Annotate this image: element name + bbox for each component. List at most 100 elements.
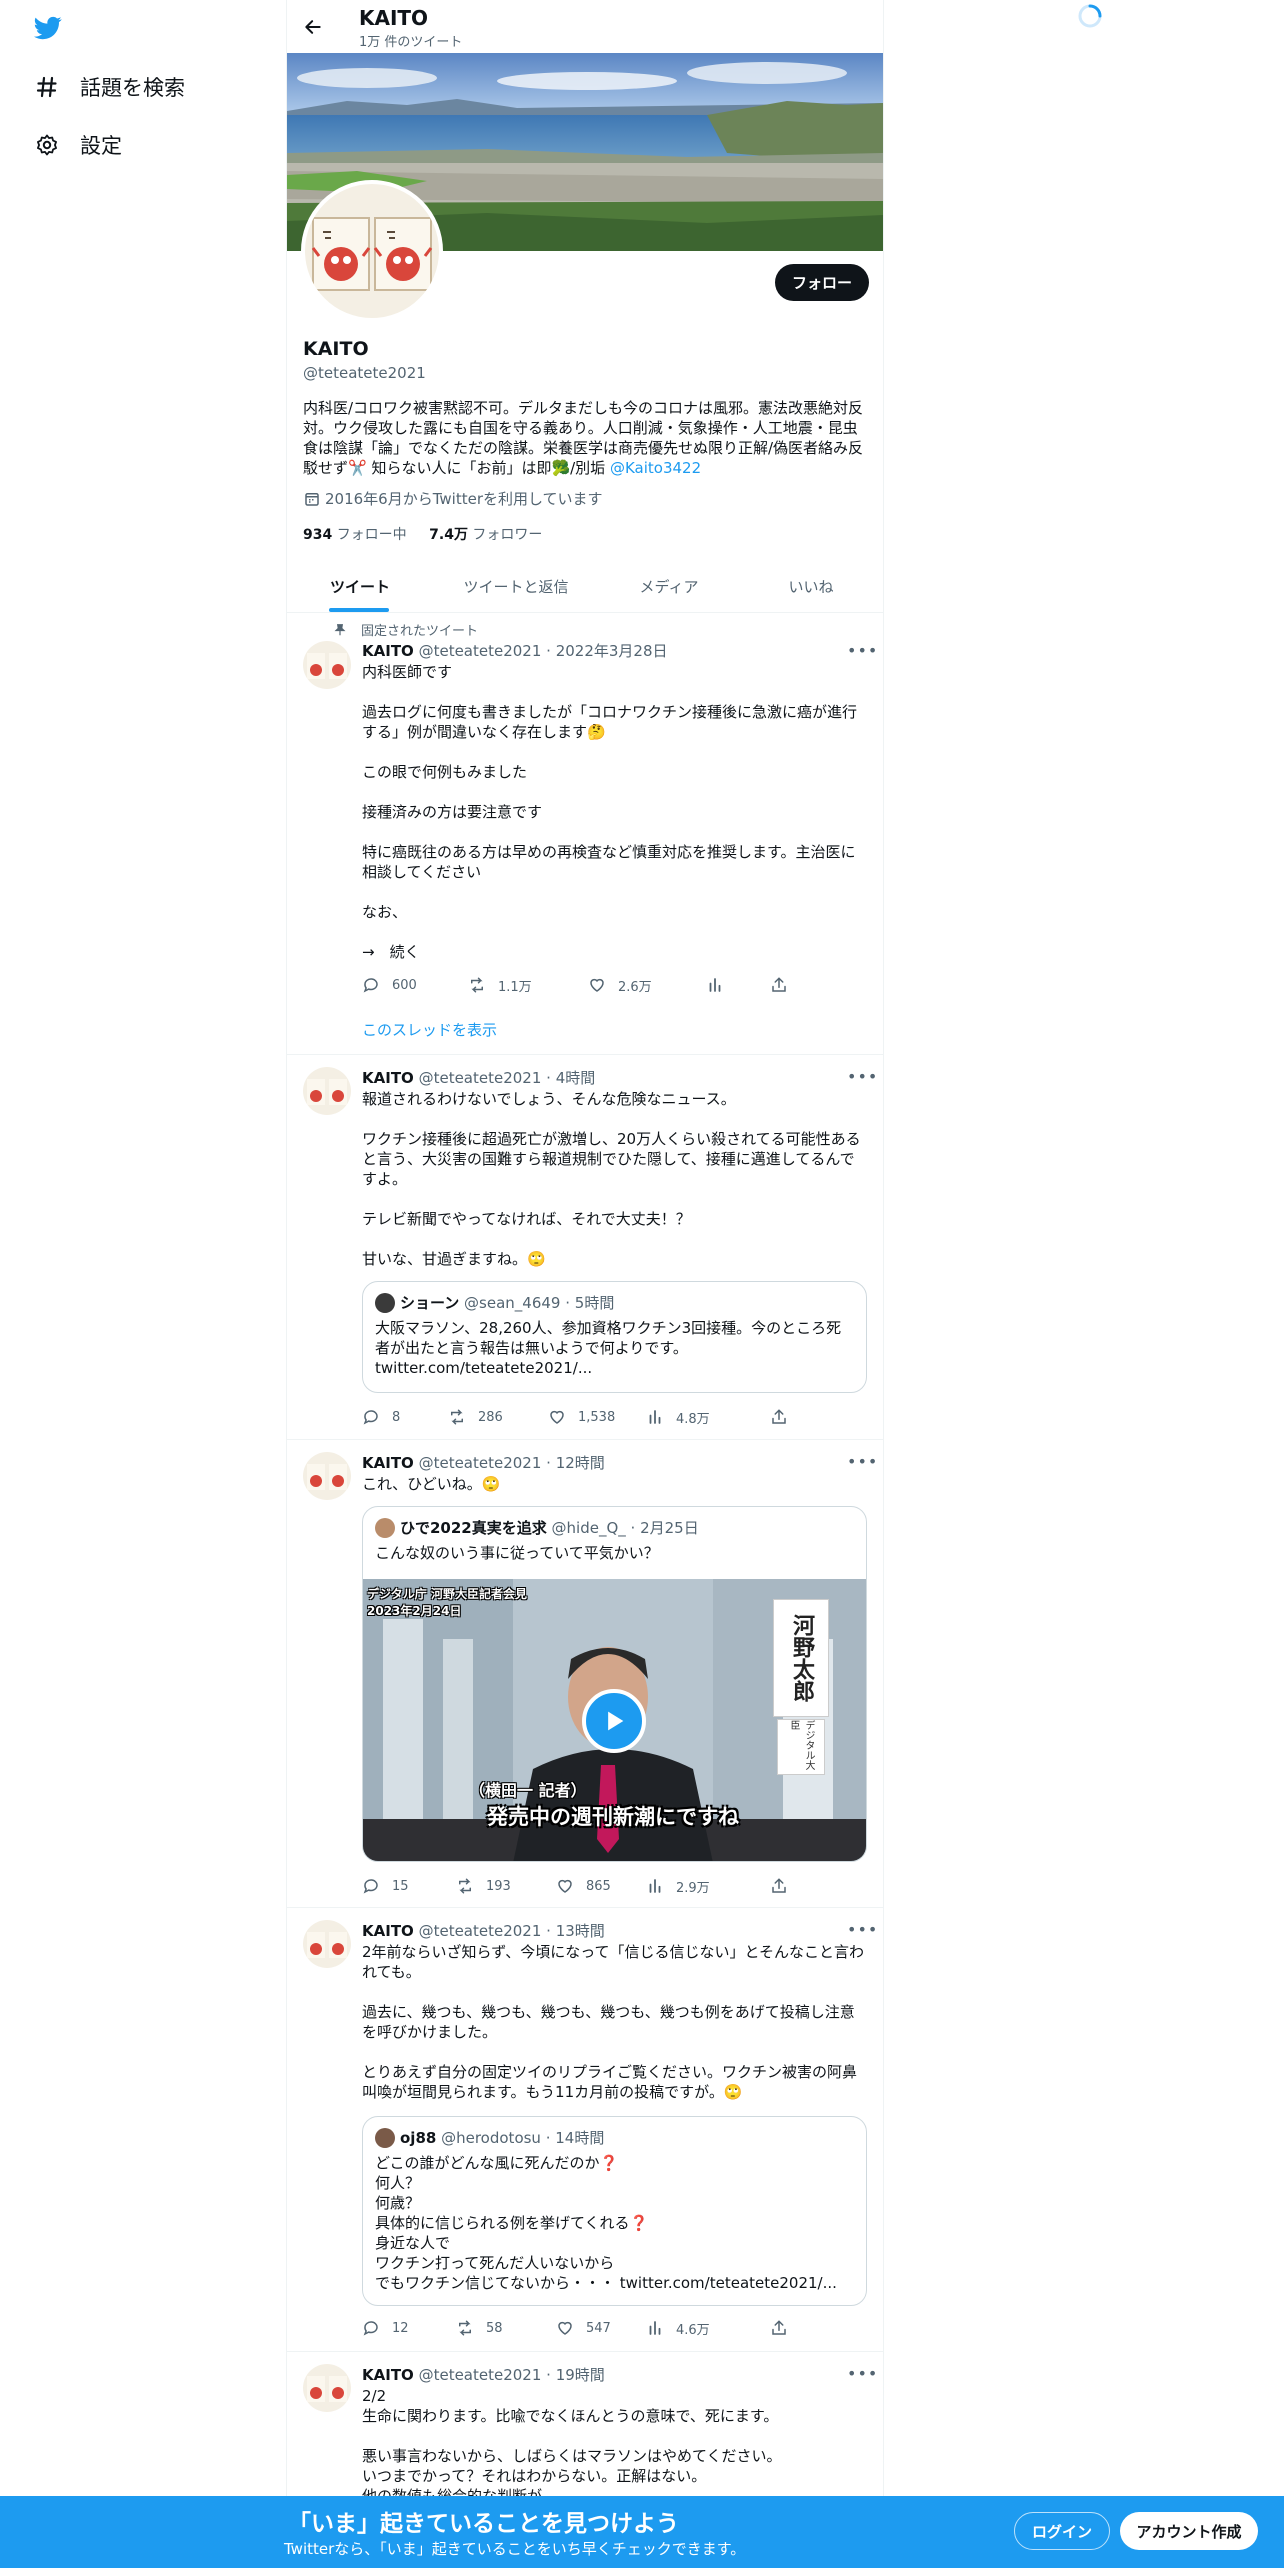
sidebar-item-label: 設定 [80,134,122,158]
tweet-header: KAITO @teteatete2021 · 19時間 [362,2366,605,2384]
tweet-paragraph: これ、ひどいね。🙄 [362,1475,501,1493]
like-count: 547 [586,2320,611,2336]
tweet-paragraph: 甘いな、甘過ぎますね。🙄 [362,1250,546,1268]
play-button[interactable] [582,1689,646,1753]
reply-button[interactable]: 8 [362,1405,400,1429]
quote-header: ショーン @sean_4649 · 5時間 [375,1292,614,1313]
tweet-line: いつまでかって？それはわからない。正解はない。 [362,2467,707,2485]
followers-count: 7.4万 [429,527,468,543]
quoted-tweet[interactable]: ショーン @sean_4649 · 5時間 大阪マラソン、28,260人、参加資… [362,1281,867,1393]
tweet[interactable]: KAITO @teteatete2021 · 13時間 ••• 2年前ならいざ知… [287,1908,883,2352]
video-nameplate-sub: デジタル大臣 [777,1719,825,1775]
tweet-author-name[interactable]: KAITO [362,642,414,660]
tweet-time[interactable]: 4時間 [556,1069,596,1087]
tweet-avatar[interactable] [303,1067,351,1115]
retweet-button[interactable]: 1.1万 [468,973,532,997]
followers-link[interactable]: 7.4万 フォロワー [429,527,542,543]
reply-button[interactable]: 600 [362,973,417,997]
more-options-icon[interactable]: ••• [847,2366,877,2386]
reply-button[interactable]: 12 [362,2316,409,2340]
bio-mention-link[interactable]: @Kaito3422 [610,459,701,477]
twitter-logo-icon[interactable] [32,14,64,42]
share-button[interactable] [770,2316,800,2340]
followers-label: フォロワー [472,527,543,543]
tweet-time[interactable]: 19時間 [556,2366,605,2384]
views-button[interactable]: 2.9万 [646,1874,710,1898]
more-options-icon[interactable]: ••• [847,1922,877,1942]
tweet-author-handle[interactable]: @teteatete2021 [419,2366,542,2384]
views-count: 4.8万 [676,1411,710,1427]
quoted-tweet[interactable]: oj88 @herodotosu · 14時間 どこの誰がどんな風に死んだのか❓… [362,2116,867,2306]
back-button[interactable] [299,13,327,41]
retweet-button[interactable]: 286 [448,1405,503,1429]
signup-button[interactable]: アカウント作成 [1120,2512,1258,2550]
retweet-button[interactable]: 193 [456,1874,511,1898]
like-button[interactable]: 2.6万 [588,973,652,997]
tweet[interactable]: KAITO @teteatete2021 · 4時間 ••• 報道されるわけない… [287,1055,883,1440]
tweet-time[interactable]: 12時間 [556,1454,605,1472]
tweet-header: KAITO @teteatete2021 · 12時間 [362,1454,605,1472]
tweet-avatar[interactable] [303,641,351,689]
share-button[interactable] [770,973,800,997]
follow-button[interactable]: フォロー [775,264,869,301]
views-button[interactable] [706,973,736,997]
tweet-time[interactable]: 2022年3月28日 [556,642,668,660]
login-button[interactable]: ログイン [1014,2512,1110,2550]
tweet-paragraph: 過去に、幾つも、幾つも、幾つも、幾つも、幾つも例をあげて投稿し注意を呼びかけまし… [362,2003,855,2041]
like-button[interactable]: 547 [556,2316,611,2340]
tweet-text: 内科医師です 過去ログに何度も書きましたが「コロナワクチン接種後に急激に癌が進行… [362,662,867,962]
sidebar-item-explore[interactable]: 話題を検索 [34,62,185,112]
share-button[interactable] [770,1405,800,1429]
reply-button[interactable]: 15 [362,1874,409,1898]
tweet-pinned[interactable]: 固定されたツイート KAITO @teteatete2021 · 2022年3月… [287,613,883,1055]
tweet-avatar[interactable] [303,1452,351,1500]
tweet-avatar[interactable] [303,2364,351,2412]
tweet-author-name[interactable]: KAITO [362,1069,414,1087]
loading-spinner-icon [1078,4,1102,28]
retweet-button[interactable]: 58 [456,2316,503,2340]
heart-icon [550,1410,564,1424]
more-options-icon[interactable]: ••• [847,1069,877,1089]
like-button[interactable]: 865 [556,1874,611,1898]
quote-line: 身近な人で [375,2234,451,2252]
profile-tabs: ツイート ツイートと返信 メディア いいね [287,560,883,613]
quote-author-handle: @herodotosu [441,2128,541,2147]
quote-header: ひで2022真実を追求 @hide_Q_ · 2月25日 [375,1517,699,1538]
tweet-time[interactable]: 13時間 [556,1922,605,1940]
quote-link[interactable]: twitter.com/teteatete2021/... [375,1359,592,1377]
tab-likes[interactable]: いいね [739,560,883,613]
tweet-paragraph: 2年前ならいざ知らず、今頃になって「信じる信じない」とそんなこと言われても。 [362,1943,864,1981]
tweet-author-name[interactable]: KAITO [362,1454,414,1472]
views-button[interactable]: 4.8万 [646,1405,710,1429]
quoted-tweet[interactable]: ひで2022真実を追求 @hide_Q_ · 2月25日 こんな奴のいう事に従っ… [362,1506,867,1862]
show-thread-link[interactable]: このスレッドを表示 [362,1019,497,1040]
tab-tweets-and-replies[interactable]: ツイートと返信 [433,560,599,613]
profile-timeline-column: KAITO 1万 件のツイート フォロー KAITO @teteatete202… [286,0,884,2568]
quote-time: 2月25日 [640,1519,699,1537]
tweet-author-handle[interactable]: @teteatete2021 [419,1069,542,1087]
tweet-author-name[interactable]: KAITO [362,1922,414,1940]
tweet[interactable]: KAITO @teteatete2021 · 12時間 ••• これ、ひどいね。… [287,1440,883,1908]
share-button[interactable] [770,1874,800,1898]
tweet-author-handle[interactable]: @teteatete2021 [419,1454,542,1472]
tweet-paragraph: 内科医師です [362,663,453,681]
pin-icon [334,623,346,635]
tweet-avatar[interactable] [303,1920,351,1968]
tweet-author-handle[interactable]: @teteatete2021 [419,1922,542,1940]
like-button[interactable]: 1,538 [548,1405,615,1429]
profile-handle: @teteatete2021 [303,364,426,382]
sidebar-item-settings[interactable]: 設定 [34,120,122,170]
more-options-icon[interactable]: ••• [847,1454,877,1474]
more-options-icon[interactable]: ••• [847,643,877,663]
tab-tweets[interactable]: ツイート [287,560,433,613]
video-player[interactable]: デジタル庁 河野大臣記者会見 2023年2月24日 河野太郎 デジタル大臣 （横… [363,1579,866,1861]
tweet-author-handle[interactable]: @teteatete2021 [419,642,542,660]
profile-avatar[interactable] [301,180,443,322]
retweet-count: 1.1万 [498,979,532,995]
analytics-icon [649,2321,661,2335]
tab-media[interactable]: メディア [599,560,739,613]
profile-bio-text: 内科医/コロワク被害黙認不可。デルタまだしも今のコロナは風邪。憲法改悪絶対反対。… [303,399,864,477]
tweet-author-name[interactable]: KAITO [362,2366,414,2384]
following-link[interactable]: 934 フォロー中 [303,527,407,543]
views-button[interactable]: 4.6万 [646,2316,710,2340]
